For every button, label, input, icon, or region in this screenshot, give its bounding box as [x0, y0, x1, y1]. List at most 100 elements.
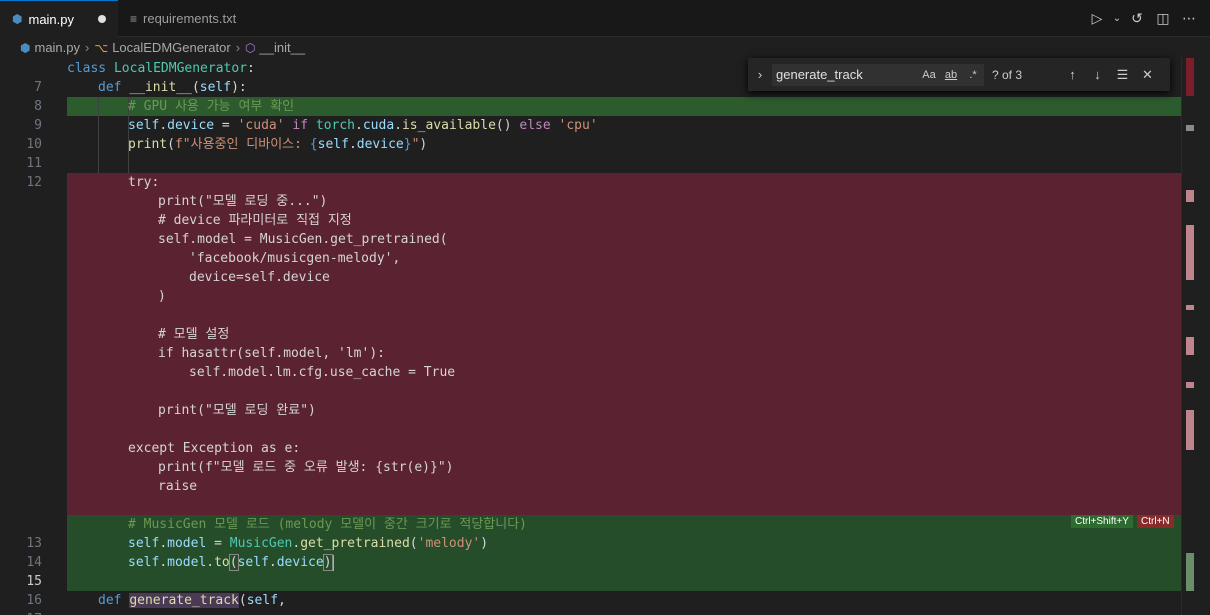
deleted-line: device=self.device	[0, 268, 1181, 287]
find-match-highlight: generate_track	[129, 593, 239, 608]
breadcrumb-class[interactable]: LocalEDMGenerator	[112, 40, 231, 55]
deleted-line: raise	[0, 477, 1181, 496]
code-line-12: 12	[0, 154, 1181, 190]
text-cursor	[331, 554, 334, 571]
editor-actions: ▷ ⌄ ↺ ◫ ⋯	[1084, 0, 1210, 37]
history-icon[interactable]: ↺	[1124, 11, 1150, 27]
code-text: self.model.lm.cfg.use_cache = True	[189, 365, 456, 380]
token: self	[128, 555, 160, 570]
use-regex-button[interactable]: .*	[962, 69, 984, 81]
next-match-icon[interactable]: ↓	[1085, 67, 1110, 82]
token: 'cpu'	[558, 118, 598, 133]
overview-mark	[1186, 382, 1194, 388]
code-text: print(f"모델 로드 중 오류 발생: {str(e)}")	[158, 460, 454, 475]
code-text: print("모델 로딩 완료")	[158, 403, 316, 418]
chevron-down-icon[interactable]: ⌄	[1110, 13, 1124, 24]
match-case-button[interactable]: Aa	[918, 69, 940, 81]
token: .	[268, 555, 277, 570]
deleted-line: # device 파라미터로 직접 지정	[0, 211, 1181, 230]
token: torch	[315, 118, 356, 133]
deleted-line: try:	[0, 173, 1181, 192]
code-line-10: 10 self.device = 'cuda' if torch.cuda.is…	[0, 116, 1181, 152]
python-file-icon: ⬢	[20, 40, 31, 55]
split-editor-icon[interactable]: ◫	[1150, 11, 1176, 27]
token: (	[409, 536, 418, 551]
deleted-line: )	[0, 287, 1181, 306]
overview-mark	[1186, 337, 1194, 355]
punct: (	[191, 80, 200, 95]
overview-mark	[1186, 410, 1194, 450]
find-widget: › generate_track Aa ab .* ? of 3 ↑ ↓ ☰ ✕	[748, 58, 1170, 91]
bracket-match: (	[228, 554, 239, 571]
accept-change-button[interactable]: Ctrl+Shift+Y	[1071, 515, 1133, 528]
run-icon[interactable]: ▷	[1084, 11, 1110, 27]
toggle-replace-icon[interactable]: ›	[750, 67, 770, 82]
function-name: __init__	[129, 80, 192, 95]
deleted-line: self.model.lm.cfg.use_cache = True	[0, 363, 1181, 382]
code-line-13: 13 # MusicGen 모델 로드 (melody 모델이 중간 크기로 적…	[0, 515, 1181, 551]
token: 'cuda'	[237, 118, 285, 133]
token: .	[348, 137, 357, 152]
code-text: )	[158, 289, 166, 304]
token: is_available	[401, 118, 496, 133]
token: .	[394, 118, 402, 133]
token: (	[238, 593, 247, 608]
code-editor[interactable]: 7 class LocalEDMGenerator: 8 def __init_…	[0, 58, 1181, 615]
overview-mark	[1186, 305, 1194, 310]
code-line-16: 16	[0, 572, 1181, 608]
deleted-line: self.model = MusicGen.get_pretrained(	[0, 230, 1181, 249]
breadcrumb-method[interactable]: __init__	[260, 40, 306, 55]
code-text: # 모델 설정	[158, 327, 230, 342]
class-name: LocalEDMGenerator	[113, 61, 248, 76]
more-actions-icon[interactable]: ⋯	[1176, 11, 1202, 27]
token: self	[128, 118, 160, 133]
code-text: try:	[128, 175, 160, 190]
find-in-selection-icon[interactable]: ☰	[1110, 67, 1135, 83]
deleted-line: print(f"모델 로드 중 오류 발생: {str(e)}")	[0, 458, 1181, 477]
param: self	[199, 80, 232, 95]
python-file-icon: ⬢	[12, 12, 23, 26]
token: )	[480, 536, 489, 551]
find-input[interactable]: generate_track Aa ab .*	[772, 63, 984, 86]
token: .	[355, 118, 363, 133]
code-line-17: 17 def generate_track(self,	[0, 591, 1181, 615]
code-line-15: 15 self.model.to(self.device)	[0, 553, 1181, 589]
keyword: class	[67, 61, 114, 76]
token: ()	[495, 118, 520, 133]
tab-requirements-txt[interactable]: ≡ requirements.txt	[118, 0, 258, 37]
punct: ):	[231, 80, 247, 95]
breadcrumb-file[interactable]: main.py	[34, 40, 80, 55]
code-line-14: 14 self.model = MusicGen.get_pretrained(…	[0, 534, 1181, 570]
match-whole-word-button[interactable]: ab	[940, 69, 962, 81]
comment: # GPU 사용 가능 여부 확인	[128, 99, 295, 114]
deleted-line: 'facebook/musicgen-melody',	[0, 249, 1181, 268]
tab-label: main.py	[28, 11, 75, 27]
deleted-line: if hasattr(self.model, 'lm'):	[0, 344, 1181, 363]
token: )	[419, 137, 428, 152]
code-text: print("모델 로딩 중...")	[158, 194, 328, 209]
previous-match-icon[interactable]: ↑	[1060, 67, 1085, 82]
bracket-match: )	[322, 554, 333, 571]
deleted-line: except Exception as e:	[0, 439, 1181, 458]
find-input-value: generate_track	[776, 67, 863, 82]
token: self	[128, 536, 160, 551]
token: else	[519, 118, 551, 133]
token: device	[356, 137, 404, 152]
unsaved-dot-icon[interactable]	[98, 15, 106, 23]
method-symbol-icon: ⬡	[245, 40, 256, 55]
code-text: # device 파라미터로 직접 지정	[158, 213, 352, 228]
overview-mark	[1186, 553, 1194, 591]
token: to	[214, 555, 230, 570]
comment: # MusicGen 모델 로드 (melody 모델이 중간 크기로 적당합니…	[128, 517, 527, 532]
deleted-line: print("모델 로딩 완료")	[0, 401, 1181, 420]
close-icon[interactable]: ✕	[1135, 67, 1160, 83]
token: get_pretrained	[300, 536, 410, 551]
token: self	[246, 593, 279, 608]
token: MusicGen	[229, 536, 293, 551]
line-number: 17	[0, 610, 42, 615]
tab-main-py[interactable]: ⬢ main.py	[0, 0, 118, 37]
reject-change-button[interactable]: Ctrl+N	[1137, 515, 1174, 528]
overview-mark	[1186, 225, 1194, 280]
token: ,	[278, 593, 286, 608]
